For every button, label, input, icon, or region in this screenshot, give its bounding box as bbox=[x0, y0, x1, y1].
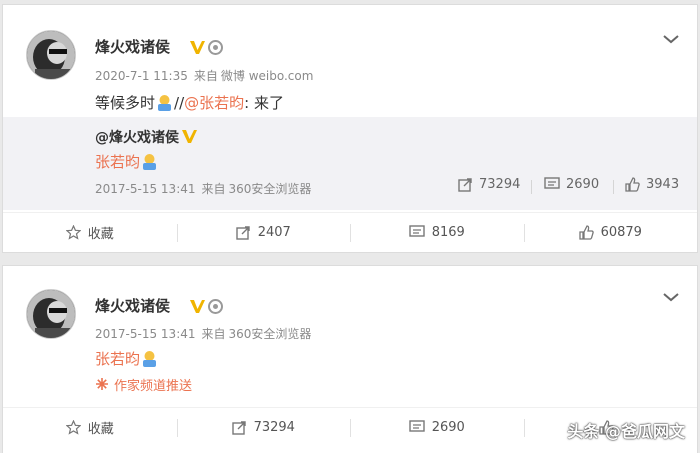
post-text-after: : 来了 bbox=[244, 94, 284, 112]
push-label: 作家频道推送 bbox=[114, 379, 193, 394]
repost-author-link[interactable]: @烽火戏诸侯 bbox=[95, 127, 179, 147]
repost-meta: 2017-5-15 13:41 来自 360安全浏览器 bbox=[95, 180, 311, 197]
medal-icon bbox=[208, 299, 223, 314]
post-source[interactable]: 微博 weibo.com bbox=[221, 69, 314, 83]
repost-comment-stat[interactable]: 2690 bbox=[544, 177, 599, 192]
channel-push-link[interactable]: 作家频道推送 bbox=[96, 375, 192, 394]
post-meta: 2020-7-1 11:35 来自 微博 weibo.com bbox=[95, 67, 313, 84]
spark-icon bbox=[96, 378, 108, 390]
source-prefix: 来自 bbox=[193, 69, 218, 83]
comment-icon bbox=[409, 420, 425, 432]
author-avatar[interactable] bbox=[26, 30, 76, 80]
chevron-down-icon[interactable] bbox=[662, 33, 680, 45]
like-icon bbox=[578, 225, 594, 240]
mention-link[interactable]: 张若昀 bbox=[95, 350, 140, 368]
author-name[interactable]: 烽火戏诸侯 bbox=[95, 36, 170, 57]
star-icon bbox=[65, 225, 81, 240]
verified-v-icon bbox=[190, 300, 205, 313]
share-icon bbox=[458, 178, 472, 192]
repost-block[interactable]: @烽火戏诸侯 张若昀 2017-5-15 13:41 来自 360安全浏览器 732… bbox=[3, 117, 697, 210]
post-timestamp[interactable]: 2017-5-15 13:41 bbox=[95, 327, 196, 341]
repost-forward-stat[interactable]: 73294 bbox=[458, 177, 520, 192]
comment-icon bbox=[409, 225, 425, 237]
comment-count: 2690 bbox=[431, 420, 465, 435]
repost-comment-count: 2690 bbox=[566, 177, 600, 192]
source-prefix: 来自 bbox=[201, 327, 226, 341]
emoji-icon bbox=[158, 95, 172, 111]
like-count: 60879 bbox=[600, 225, 642, 240]
favorite-button[interactable]: 收藏 bbox=[3, 408, 177, 447]
watermark: 头条 @爸瓜网文 bbox=[567, 422, 685, 441]
post-meta: 2017-5-15 13:41 来自 360安全浏览器 bbox=[95, 325, 311, 342]
post-text: 等候多时 //@张若昀: 来了 bbox=[95, 92, 284, 113]
comment-count: 8169 bbox=[431, 225, 465, 240]
post-text: 张若昀 bbox=[95, 348, 159, 369]
share-icon bbox=[236, 226, 250, 240]
action-bar: 收藏 2407 8169 60879 bbox=[3, 212, 697, 252]
post-source: 360安全浏览器 bbox=[228, 327, 312, 341]
verified-v-icon bbox=[190, 41, 205, 54]
mention-link[interactable]: @张若昀 bbox=[184, 94, 244, 112]
favorite-label: 收藏 bbox=[87, 422, 114, 437]
forward-count: 73294 bbox=[253, 420, 295, 435]
author-name[interactable]: 烽火戏诸侯 bbox=[95, 295, 170, 316]
repost-text: 张若昀 bbox=[95, 151, 159, 172]
share-icon bbox=[231, 421, 246, 435]
author-avatar[interactable] bbox=[26, 289, 76, 339]
post-text-before: 等候多时 bbox=[95, 94, 156, 112]
repost-like-count: 3943 bbox=[646, 177, 680, 192]
repost-source: 360安全浏览器 bbox=[228, 182, 312, 196]
like-button[interactable]: 60879 bbox=[523, 213, 698, 252]
emoji-icon bbox=[143, 351, 157, 367]
like-icon bbox=[625, 177, 640, 192]
source-prefix: 来自 bbox=[201, 182, 226, 196]
forward-button[interactable]: 73294 bbox=[176, 408, 351, 447]
comment-button[interactable]: 8169 bbox=[350, 213, 524, 252]
medal-icon bbox=[208, 40, 223, 55]
post-timestamp[interactable]: 2020-7-1 11:35 bbox=[95, 69, 188, 83]
repost-like-stat[interactable]: 3943 bbox=[625, 177, 679, 192]
post-text-sep: // bbox=[174, 94, 185, 112]
comment-icon bbox=[544, 177, 560, 189]
repost-forward-count: 73294 bbox=[479, 177, 521, 192]
divider bbox=[613, 180, 614, 194]
chevron-down-icon[interactable] bbox=[662, 291, 680, 303]
verified-v-icon bbox=[182, 130, 197, 143]
divider bbox=[531, 180, 532, 194]
forward-count: 2407 bbox=[257, 225, 291, 240]
comment-button[interactable]: 2690 bbox=[350, 408, 524, 447]
repost-timestamp[interactable]: 2017-5-15 13:41 bbox=[95, 182, 196, 196]
favorite-label: 收藏 bbox=[87, 227, 114, 242]
repost-mention[interactable]: 张若昀 bbox=[95, 153, 140, 171]
favorite-button[interactable]: 收藏 bbox=[3, 213, 177, 252]
forward-button[interactable]: 2407 bbox=[176, 213, 351, 252]
weibo-post-card: 烽火戏诸侯 2020-7-1 11:35 来自 微博 weibo.com 等候多时 /… bbox=[2, 4, 698, 253]
star-icon bbox=[65, 420, 81, 435]
emoji-icon bbox=[143, 154, 157, 170]
